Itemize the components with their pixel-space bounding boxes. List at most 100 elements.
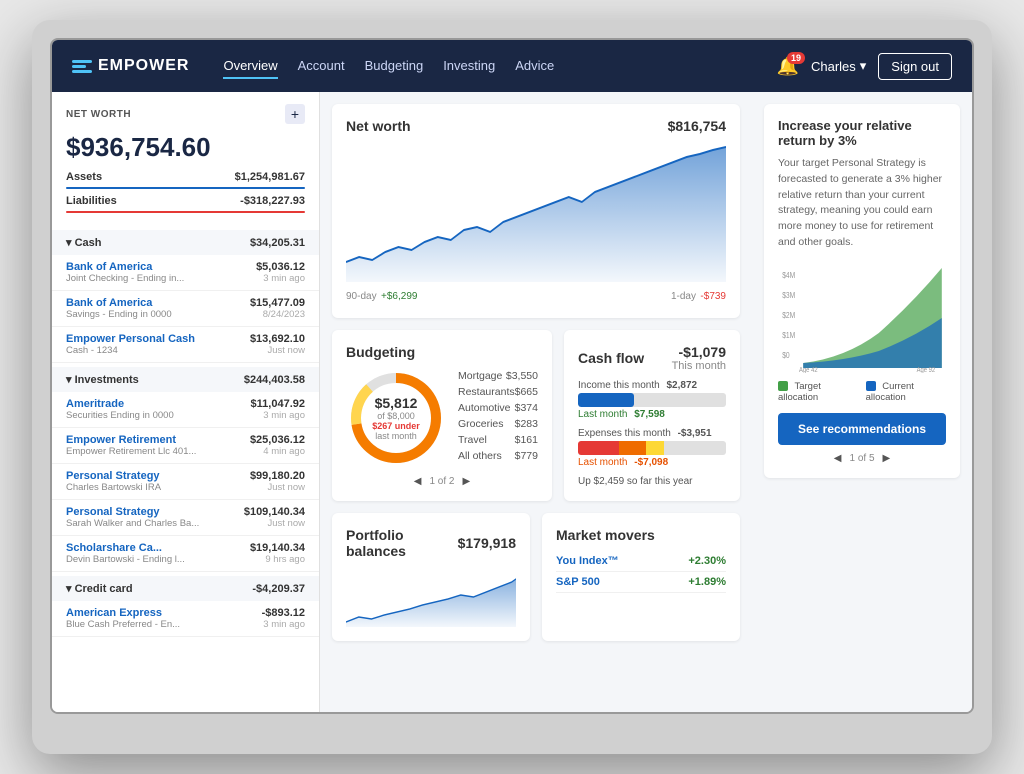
expenses-bar-gray (664, 441, 726, 455)
investments-section-amount: $244,403.58 (244, 374, 305, 386)
cash-section-header[interactable]: ▾ Cash $34,205.31 (52, 230, 319, 255)
nav-right: 🔔 19 Charles ▾ Sign out (777, 53, 952, 80)
income-last-month: Last month $7,598 (578, 409, 726, 420)
budget-groceries: Groceries $283 (458, 416, 538, 432)
portfolio-value: $179,918 (458, 535, 516, 551)
main-layout: NET WORTH + $936,754.60 Assets $1,254,98… (52, 92, 972, 712)
investments-section: ▾ Investments $244,403.58 Ameritrade $11… (52, 367, 319, 572)
chart-period-90: 90-day +$6,299 (346, 286, 417, 304)
investments-toggle-icon: ▾ (66, 374, 75, 386)
account-boa-savings[interactable]: Bank of America $15,477.09 Savings - End… (52, 291, 319, 327)
svg-text:$4M: $4M (782, 270, 795, 280)
account-empower-cash[interactable]: Empower Personal Cash $13,692.10 Cash - … (52, 327, 319, 363)
cash-toggle-icon: ▾ (66, 237, 75, 249)
logo: EMPOWER (72, 57, 189, 75)
mover-you-index[interactable]: You Index™ +2.30% (556, 551, 726, 572)
account-scholarshare[interactable]: Scholarshare Ca... $19,140.34 Devin Bart… (52, 536, 319, 572)
assets-value: $1,254,981.67 (235, 171, 305, 183)
account-amex[interactable]: American Express -$893.12 Blue Cash Pref… (52, 601, 319, 637)
nav-advice[interactable]: Advice (515, 54, 554, 79)
cash-section-label: ▾ Cash (66, 236, 101, 249)
see-recommendations-button[interactable]: See recommendations (778, 413, 946, 445)
svg-text:$0: $0 (782, 350, 789, 360)
portfolio-title: Portfolio balances (346, 527, 458, 559)
donut-amount: $5,812 (372, 395, 420, 411)
logo-line-3 (72, 70, 92, 73)
budget-mortgage: Mortgage $3,550 (458, 368, 538, 384)
assets-row: Assets $1,254,981.67 (66, 171, 305, 183)
portfolio-card: Portfolio balances $179,918 (332, 513, 530, 641)
logo-line-1 (72, 60, 92, 63)
right-prev-button[interactable]: ◀ (834, 453, 842, 464)
right-next-button[interactable]: ▶ (883, 453, 891, 464)
income-label: Income this month $2,872 (578, 380, 726, 391)
nav-account[interactable]: Account (298, 54, 345, 79)
net-worth-label: NET WORTH (66, 109, 131, 120)
allocation-chart: $4M $3M $2M $1M $0 Age 42 Age 92 (778, 263, 946, 373)
budget-next-button[interactable]: ▶ (463, 476, 471, 487)
svg-text:$3M: $3M (782, 290, 795, 300)
account-empower-retirement[interactable]: Empower Retirement $25,036.12 Empower Re… (52, 428, 319, 464)
right-page-info: 1 of 5 (849, 453, 874, 464)
laptop-container: EMPOWER Overview Account Budgeting Inves… (32, 20, 992, 754)
sidebar: NET WORTH + $936,754.60 Assets $1,254,98… (52, 92, 320, 712)
credit-card-section: ▾ Credit card -$4,209.37 American Expres… (52, 576, 319, 637)
nav-overview[interactable]: Overview (223, 54, 277, 79)
liabilities-label: Liabilities (66, 195, 117, 207)
donut-sub: last month (372, 431, 420, 441)
budget-automotive: Automotive $374 (458, 400, 538, 416)
credit-card-section-label: ▾ Credit card (66, 582, 133, 595)
net-worth-rows: Assets $1,254,981.67 Liabilities -$318,2… (52, 171, 319, 226)
portfolio-chart[interactable] (346, 567, 516, 627)
svg-text:Age 92: Age 92 (917, 366, 936, 372)
account-personal-strategy-sarah[interactable]: Personal Strategy $109,140.34 Sarah Walk… (52, 500, 319, 536)
bell-icon[interactable]: 🔔 19 (777, 56, 799, 77)
credit-card-section-header[interactable]: ▾ Credit card -$4,209.37 (52, 576, 319, 601)
income-row: Income this month $2,872 Last month $7,5… (578, 380, 726, 420)
income-bar-fill (578, 393, 634, 407)
navigation: EMPOWER Overview Account Budgeting Inves… (52, 40, 972, 92)
budget-prev-button[interactable]: ◀ (414, 476, 422, 487)
account-ameritrade[interactable]: Ameritrade $11,047.92 Securities Ending … (52, 392, 319, 428)
expenses-bar-yellow (646, 441, 664, 455)
right-panel-pagination: ◀ 1 of 5 ▶ (778, 453, 946, 464)
user-menu[interactable]: Charles ▾ (811, 58, 866, 74)
add-account-button[interactable]: + (285, 104, 305, 124)
chevron-down-icon: ▾ (860, 58, 867, 74)
account-boa-checking[interactable]: Bank of America $5,036.12 Joint Checking… (52, 255, 319, 291)
market-movers-title: Market movers (556, 527, 655, 543)
budgeting-card: Budgeting $5,812 (332, 330, 552, 501)
net-worth-chart[interactable] (346, 142, 726, 282)
cashflow-card: Cash flow -$1,079 This month Income this… (564, 330, 740, 501)
signout-button[interactable]: Sign out (878, 53, 952, 80)
increase-desc: Your target Personal Strategy is forecas… (778, 156, 946, 251)
nav-investing[interactable]: Investing (443, 54, 495, 79)
nav-budgeting[interactable]: Budgeting (365, 54, 424, 79)
svg-text:$1M: $1M (782, 330, 795, 340)
net-worth-card: Net worth $816,754 (332, 104, 740, 318)
current-dot (866, 381, 876, 391)
investments-section-header[interactable]: ▾ Investments $244,403.58 (52, 367, 319, 392)
expenses-last-month: Last month -$7,098 (578, 457, 726, 468)
net-worth-header: NET WORTH + (52, 92, 319, 128)
mover-sp500[interactable]: S&P 500 +1.89% (556, 572, 726, 593)
liabilities-bar (66, 211, 305, 213)
liabilities-row: Liabilities -$318,227.93 (66, 195, 305, 207)
account-personal-strategy-charles[interactable]: Personal Strategy $99,180.20 Charles Bar… (52, 464, 319, 500)
logo-line-2 (72, 65, 86, 68)
allocation-legend: Target allocation Current allocation (778, 381, 946, 403)
donut-under: $267 under (372, 421, 420, 431)
logo-icon (72, 60, 92, 73)
logo-text: EMPOWER (98, 57, 189, 75)
income-bar-track (578, 393, 726, 407)
budget-restaurants: Restaurants $665 (458, 384, 538, 400)
investments-section-label: ▾ Investments (66, 373, 139, 386)
budget-list: Mortgage $3,550 Restaurants $665 Automot… (458, 368, 538, 468)
cashflow-title: Cash flow (578, 350, 644, 366)
nav-links: Overview Account Budgeting Investing Adv… (223, 54, 752, 79)
main-content: Net worth $816,754 (320, 92, 752, 712)
bottom-row: Portfolio balances $179,918 (332, 513, 740, 641)
donut-chart: $5,812 of $8,000 $267 under last month (346, 368, 446, 468)
cashflow-value: -$1,079 (672, 344, 726, 360)
user-name: Charles (811, 59, 856, 74)
